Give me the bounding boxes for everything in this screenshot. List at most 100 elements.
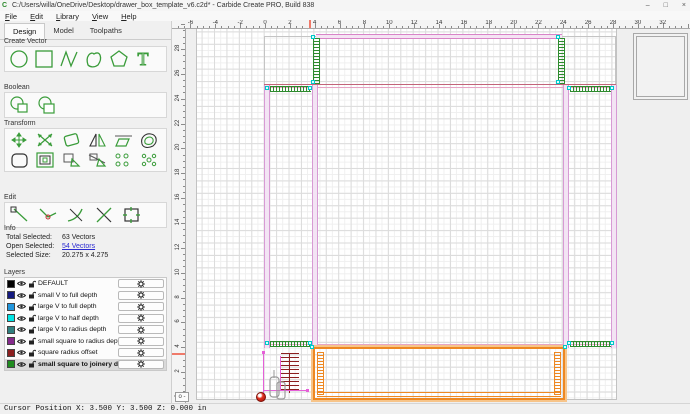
layer-color-swatch[interactable] [7, 326, 15, 334]
mirror-tool-icon[interactable] [86, 131, 109, 149]
layer-row[interactable]: large V to radius depth [5, 324, 166, 336]
round-corner-tool-icon[interactable] [8, 151, 31, 169]
joinery-right-flap-bottom[interactable] [570, 341, 611, 347]
layer-color-swatch[interactable] [7, 360, 15, 368]
scale-tool-icon[interactable] [34, 131, 57, 149]
layer-color-swatch[interactable] [7, 314, 15, 322]
join-vectors-tool-icon[interactable] [120, 205, 145, 225]
layer-name[interactable]: large V to radius depth [38, 326, 118, 333]
layer-row[interactable]: small square to joinery depth [5, 359, 166, 371]
vector-back-panel-fold-band[interactable] [316, 34, 562, 39]
fold-band-right-outer[interactable] [611, 85, 617, 348]
layer-color-swatch[interactable] [7, 291, 15, 299]
fold-band-right-inner[interactable] [563, 85, 569, 348]
vector-front-flap-selected[interactable] [313, 347, 565, 400]
node-edit-tool-icon[interactable] [8, 205, 33, 225]
layer-settings-button[interactable] [118, 314, 164, 323]
layer-row[interactable]: square radius offset [5, 347, 166, 359]
layer-name[interactable]: large V to half depth [38, 315, 118, 322]
circle-tool-icon[interactable] [8, 49, 30, 69]
layer-name[interactable]: small square to radius depth [38, 338, 118, 345]
layer-color-swatch[interactable] [7, 349, 15, 357]
move-tool-icon[interactable] [8, 131, 31, 149]
drawing-viewport[interactable] [186, 29, 690, 403]
close-button[interactable]: × [682, 0, 686, 11]
lock-icon[interactable] [28, 337, 36, 345]
boolean-subtract-icon[interactable] [35, 95, 59, 115]
menu-library[interactable]: Library [56, 12, 79, 21]
joinery-left-flap-bottom[interactable] [270, 341, 311, 347]
layer-settings-button[interactable] [118, 291, 164, 300]
layer-name[interactable]: large V to full depth [38, 303, 118, 310]
layer-settings-button[interactable] [118, 348, 164, 357]
lock-icon[interactable] [28, 280, 36, 288]
layer-row[interactable]: DEFAULT [5, 278, 166, 290]
align-tool-icon[interactable] [112, 131, 135, 149]
trim-tool-icon[interactable] [92, 205, 117, 225]
eye-icon[interactable] [17, 326, 26, 333]
layer-settings-button[interactable] [118, 360, 164, 369]
tab-design[interactable]: Design [4, 23, 45, 39]
polygon-tool-icon[interactable] [108, 49, 130, 69]
lock-icon[interactable] [28, 303, 36, 311]
fold-band-left-inner[interactable] [312, 85, 318, 348]
eye-icon[interactable] [17, 280, 26, 287]
menu-file[interactable]: File [5, 12, 17, 21]
menu-view[interactable]: View [92, 12, 108, 21]
eye-icon[interactable] [17, 361, 26, 368]
offset-tool-icon[interactable] [138, 131, 161, 149]
joinery-left-flap-top[interactable] [270, 86, 311, 92]
joinery-fingers-top-right[interactable] [558, 38, 565, 84]
lock-icon[interactable] [28, 291, 36, 299]
rotate-tool-icon[interactable] [60, 131, 83, 149]
lock-icon[interactable] [28, 349, 36, 357]
fillet-tool-icon[interactable] [64, 205, 89, 225]
layer-name[interactable]: DEFAULT [38, 280, 118, 287]
grid-array-tool-icon[interactable] [112, 152, 135, 168]
eye-icon[interactable] [17, 303, 26, 310]
rectangle-tool-icon[interactable] [33, 49, 55, 69]
linear-array-tool-icon[interactable] [60, 151, 83, 169]
maximize-button[interactable]: □ [664, 0, 668, 11]
layer-row[interactable]: large V to full depth [5, 301, 166, 313]
layer-name[interactable]: small square to joinery depth [38, 361, 118, 368]
cut-vector-tool-icon[interactable] [36, 205, 61, 225]
vector-side-piece-offscreen[interactable] [633, 33, 688, 100]
circular-array-tool-icon[interactable] [138, 152, 161, 168]
tab-toolpaths[interactable]: Toolpaths [82, 23, 130, 39]
layer-settings-button[interactable] [118, 302, 164, 311]
layer-row[interactable]: small V to full depth [5, 290, 166, 302]
layer-color-swatch[interactable] [7, 303, 15, 311]
eye-icon[interactable] [17, 349, 26, 356]
tab-model[interactable]: Model [45, 23, 81, 39]
menu-edit[interactable]: Edit [30, 12, 43, 21]
construction-line-vertical[interactable] [263, 352, 264, 398]
boolean-union-icon[interactable] [8, 95, 32, 115]
layer-row[interactable]: small square to radius depth [5, 336, 166, 348]
text-tool-icon[interactable]: T [133, 49, 153, 69]
layer-name[interactable]: small V to full depth [38, 292, 118, 299]
lock-icon[interactable] [28, 314, 36, 322]
layer-settings-button[interactable] [118, 325, 164, 334]
joinery-right-flap-top[interactable] [570, 86, 611, 92]
polyline-tool-icon[interactable] [58, 49, 80, 69]
eye-icon[interactable] [17, 338, 26, 345]
layer-color-swatch[interactable] [7, 337, 15, 345]
array-on-path-tool-icon[interactable] [86, 151, 109, 169]
minimize-button[interactable]: – [646, 0, 650, 11]
joinery-fingers-top-left[interactable] [313, 38, 320, 84]
fold-band-left-outer[interactable] [264, 85, 270, 348]
eye-icon[interactable] [17, 315, 26, 322]
curve-tool-icon[interactable] [83, 49, 105, 69]
lock-icon[interactable] [28, 360, 36, 368]
layer-settings-button[interactable] [118, 279, 164, 288]
layer-settings-button[interactable] [118, 337, 164, 346]
open-selected-link[interactable]: 54 Vectors [62, 243, 95, 250]
job-origin-marker[interactable] [256, 392, 266, 402]
menu-help[interactable]: Help [121, 12, 136, 21]
layer-color-swatch[interactable] [7, 280, 15, 288]
lock-icon[interactable] [28, 326, 36, 334]
canvas-area[interactable]: -6-4-202468101214161820222426283032 0246… [172, 20, 690, 403]
offset-path-tool-icon[interactable] [34, 151, 57, 169]
layer-row[interactable]: large V to half depth [5, 313, 166, 325]
